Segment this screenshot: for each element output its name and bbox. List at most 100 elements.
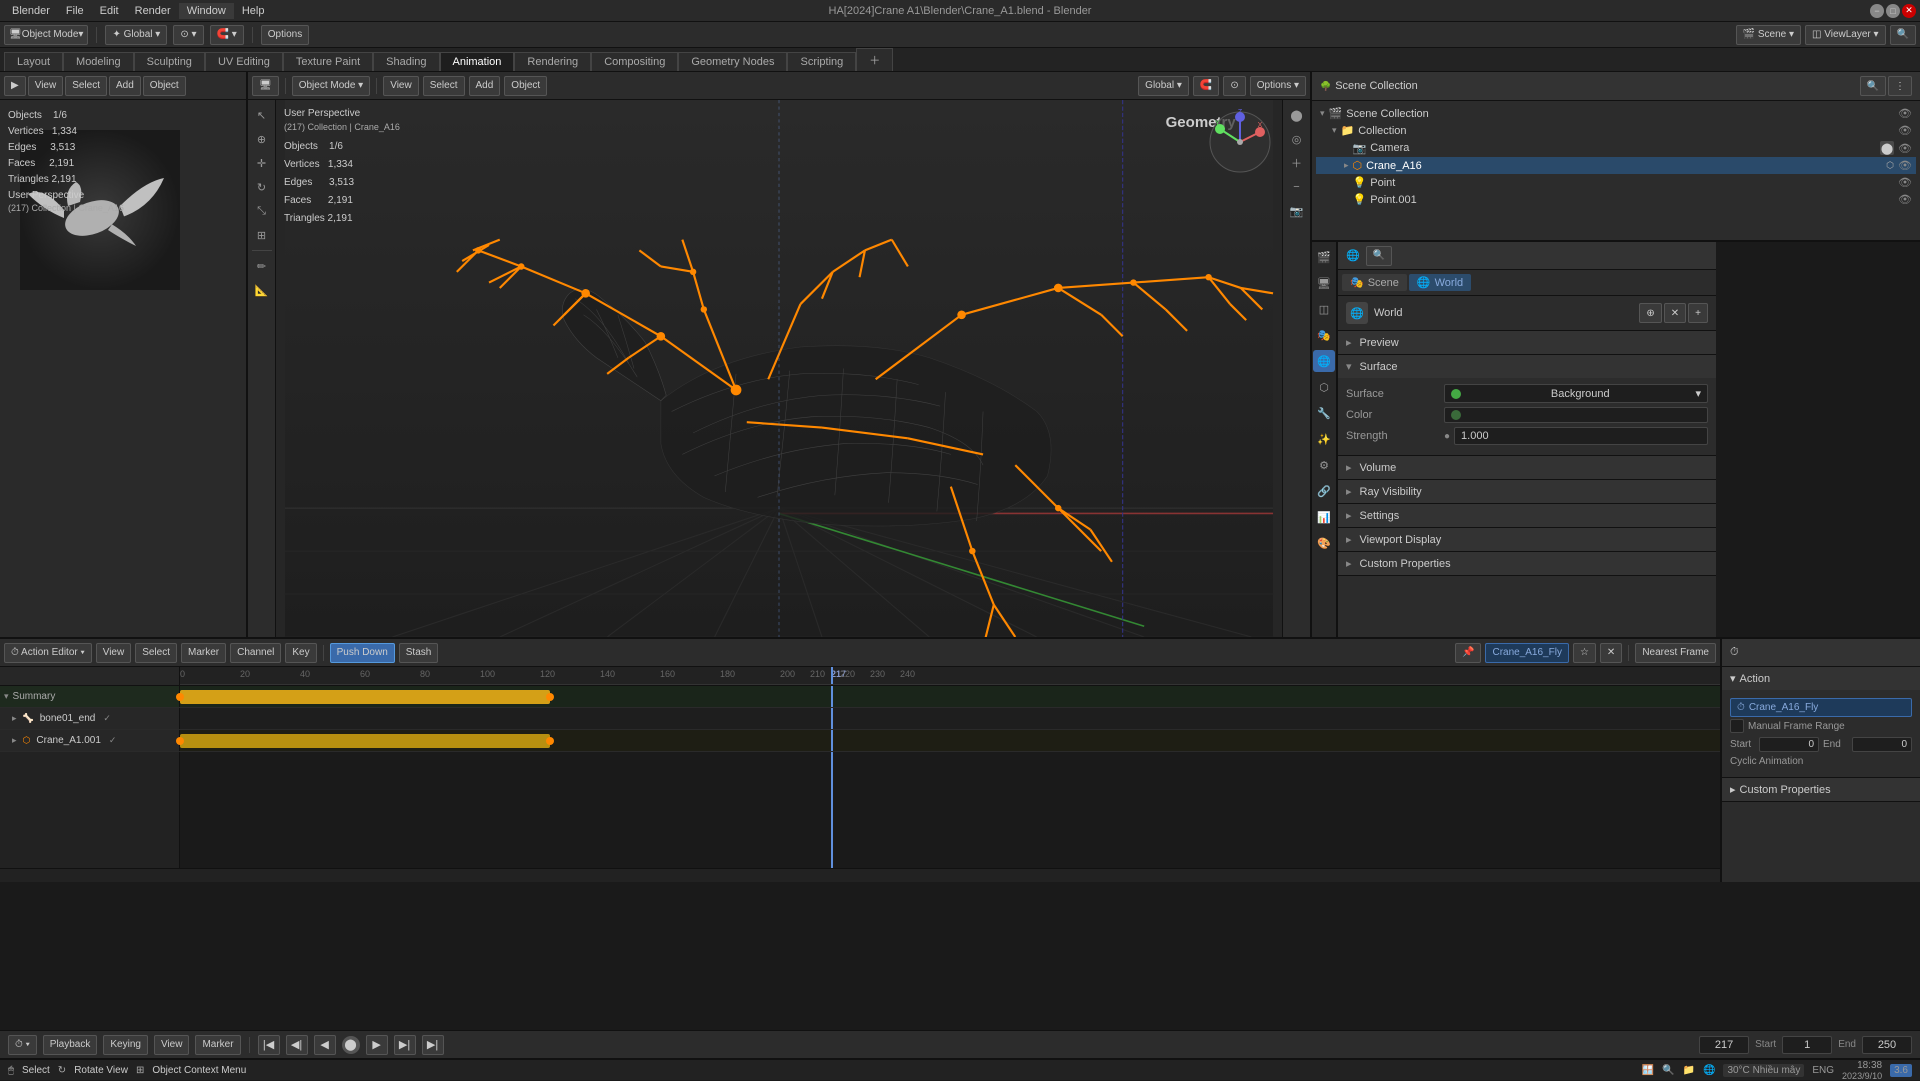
tab-rendering[interactable]: Rendering xyxy=(514,52,591,71)
viewport-display-header[interactable]: ▸ Viewport Display xyxy=(1338,528,1716,551)
vp-view[interactable]: View xyxy=(383,76,419,96)
prop-scene[interactable]: 🎭 xyxy=(1313,324,1335,346)
options-btn[interactable]: Options xyxy=(261,25,309,45)
tab-world-props[interactable]: 🌐 World xyxy=(1409,274,1471,291)
prop-render[interactable]: 🎬 xyxy=(1313,246,1335,268)
track-cursor-crane[interactable] xyxy=(831,730,833,751)
transform-pivot-btn[interactable]: ⊙ ▾ xyxy=(173,25,203,45)
keying-btn[interactable]: Keying xyxy=(103,1035,148,1055)
minimize-button[interactable]: − xyxy=(1870,4,1884,18)
tab-texture-paint[interactable]: Texture Paint xyxy=(283,52,373,71)
tool-cursor[interactable]: ⊕ xyxy=(251,128,273,150)
maximize-button[interactable]: □ xyxy=(1886,4,1900,18)
tree-point001[interactable]: ▸ 💡 Point.001 👁 xyxy=(1316,191,1916,208)
jump-start-btn[interactable]: |◀ xyxy=(258,1035,280,1055)
preview-select-btn[interactable]: Select xyxy=(65,76,107,96)
tab-scripting[interactable]: Scripting xyxy=(787,52,856,71)
surface-section-header[interactable]: ▾ Surface xyxy=(1338,355,1716,378)
track-cursor-bone[interactable] xyxy=(831,708,833,729)
prev-frame-btn[interactable]: ◀ xyxy=(314,1035,336,1055)
eye-scene[interactable]: 👁 xyxy=(1898,107,1912,120)
ae-crane-track[interactable] xyxy=(180,730,1720,751)
tab-sculpting[interactable]: Sculpting xyxy=(134,52,205,71)
start-value[interactable]: 0 xyxy=(1759,737,1819,752)
ae-editor-type[interactable]: ⏱ Action Editor ▾ xyxy=(4,643,92,663)
close-button[interactable]: ✕ xyxy=(1902,4,1916,18)
vp-nav-gizmo[interactable]: ◎ xyxy=(1286,128,1308,150)
prop-world[interactable]: 🌐 xyxy=(1313,350,1335,372)
tab-scene-props[interactable]: 🎭 Scene xyxy=(1342,274,1407,291)
ae-key[interactable]: Key xyxy=(285,643,316,663)
tab-animation[interactable]: Animation xyxy=(440,52,515,71)
tool-transform[interactable]: ⊞ xyxy=(251,224,273,246)
ruler-cursor[interactable] xyxy=(831,667,833,684)
manual-frame-check[interactable] xyxy=(1730,719,1744,733)
tab-geometry-nodes[interactable]: Geometry Nodes xyxy=(678,52,787,71)
vp-sidebar-toggle[interactable]: ⬤ xyxy=(1286,104,1308,126)
ae-empty-track[interactable] xyxy=(180,752,1720,868)
preview-view-btn[interactable]: View xyxy=(28,76,64,96)
end-frame-display[interactable]: 250 xyxy=(1862,1036,1912,1054)
tab-layout[interactable]: Layout xyxy=(4,52,63,71)
viewlayer-dropdown[interactable]: ◫ ViewLayer ▾ xyxy=(1805,25,1886,45)
menu-file[interactable]: File xyxy=(58,3,92,19)
prop-view-layer[interactable]: ◫ xyxy=(1313,298,1335,320)
world-browse[interactable]: ⊕ xyxy=(1639,303,1661,323)
vp-object-mode[interactable]: Object Mode ▾ xyxy=(292,76,371,96)
ae-new-action[interactable]: ☆ xyxy=(1573,643,1596,663)
ap-custom-props-header[interactable]: ▸ Custom Properties xyxy=(1722,778,1920,801)
next-frame-btn[interactable]: ▶| xyxy=(394,1035,416,1055)
props-search[interactable]: 🔍 xyxy=(1366,246,1392,266)
ap-action-header[interactable]: ▾ Action xyxy=(1722,667,1920,690)
eye-crane[interactable]: 👁 xyxy=(1898,159,1912,172)
strength-value[interactable]: 1.000 xyxy=(1454,427,1708,445)
prop-constraints[interactable]: 🔗 xyxy=(1313,480,1335,502)
prop-modifier[interactable]: 🔧 xyxy=(1313,402,1335,424)
ae-channel[interactable]: Channel xyxy=(230,643,281,663)
snap-btn[interactable]: 🧲 ▾ xyxy=(210,25,244,45)
search-btn[interactable]: 🔍 xyxy=(1890,25,1916,45)
end-value[interactable]: 0 xyxy=(1852,737,1912,752)
tab-shading[interactable]: Shading xyxy=(373,52,439,71)
global-orient-btn[interactable]: ✦ Global ▾ xyxy=(105,25,167,45)
vp-camera[interactable]: 📷 xyxy=(1286,200,1308,222)
prev-keyframe-btn[interactable]: ◀| xyxy=(286,1035,308,1055)
record-btn[interactable]: ⬤ xyxy=(342,1036,360,1054)
ae-pinned[interactable]: 📌 xyxy=(1455,643,1481,663)
preview-object-btn[interactable]: Object xyxy=(143,76,186,96)
prop-physics[interactable]: ⚙ xyxy=(1313,454,1335,476)
preview-add-btn[interactable]: Add xyxy=(109,76,141,96)
ae-summary-track[interactable] xyxy=(180,686,1720,707)
color-swatch[interactable] xyxy=(1444,407,1708,423)
current-frame-display[interactable]: 217 xyxy=(1699,1036,1749,1054)
tree-crane[interactable]: ▸ ⬡ Crane_A16 ⬡ 👁 xyxy=(1316,157,1916,174)
eye-coll[interactable]: 👁 xyxy=(1898,124,1912,137)
editor-type-dropdown[interactable]: 🖥 Object Mode ▾ xyxy=(4,25,88,45)
ae-action-name[interactable]: Crane_A16_Fly xyxy=(1485,643,1568,663)
timeline-ruler[interactable]: 0 20 40 60 80 100 120 140 160 180 200 21… xyxy=(180,667,1720,685)
surface-type-dropdown[interactable]: Background ▾ xyxy=(1444,384,1708,403)
marker-btn-pb[interactable]: Marker xyxy=(195,1035,240,1055)
vp-options-btn[interactable]: Options ▾ xyxy=(1250,76,1306,96)
vp-add[interactable]: Add xyxy=(469,76,501,96)
tree-camera[interactable]: ▸ 📷 Camera ⬤ 👁 xyxy=(1316,139,1916,157)
preview-section-header[interactable]: ▸ Preview xyxy=(1338,331,1716,354)
scene-dropdown[interactable]: 🎬 Scene ▾ xyxy=(1736,25,1801,45)
ae-unlink[interactable]: ✕ xyxy=(1600,643,1622,663)
preview-viewport[interactable]: Objects 1/6 Vertices 1,334 Edges 3,513 F… xyxy=(0,100,246,637)
track-cursor-empty[interactable] xyxy=(831,752,833,868)
tab-compositing[interactable]: Compositing xyxy=(591,52,678,71)
eye-cam[interactable]: 👁 xyxy=(1898,142,1912,155)
volume-header[interactable]: ▸ Volume xyxy=(1338,456,1716,479)
ae-view[interactable]: View xyxy=(96,643,132,663)
tool-annotate[interactable]: ✏ xyxy=(251,255,273,277)
tab-add[interactable]: ＋ xyxy=(856,48,893,71)
eye-point[interactable]: 👁 xyxy=(1898,176,1912,189)
menu-edit[interactable]: Edit xyxy=(92,3,127,19)
prop-data[interactable]: 📊 xyxy=(1313,506,1335,528)
world-unlink[interactable]: ✕ xyxy=(1664,303,1686,323)
tab-uv-editing[interactable]: UV Editing xyxy=(205,52,283,71)
prop-object[interactable]: ⬡ xyxy=(1313,376,1335,398)
ae-stash[interactable]: Stash xyxy=(399,643,439,663)
tool-rotate[interactable]: ↻ xyxy=(251,176,273,198)
